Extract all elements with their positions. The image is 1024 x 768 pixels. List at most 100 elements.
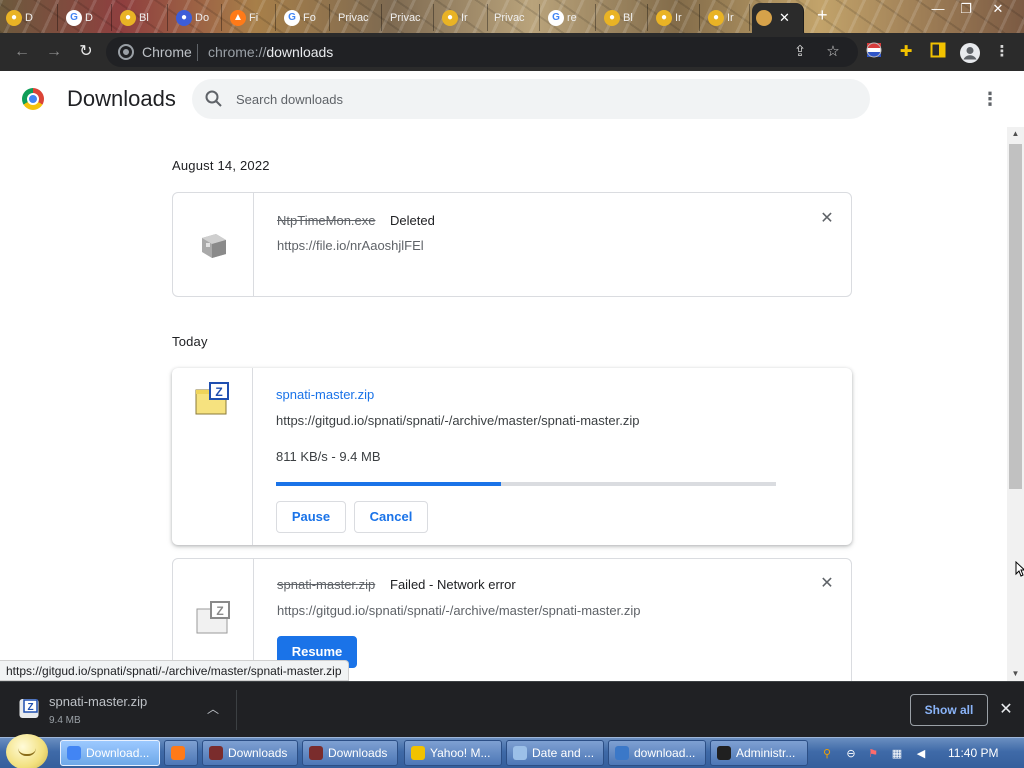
network-icon[interactable]: ▦ — [890, 747, 904, 761]
svg-text:Z: Z — [216, 604, 223, 618]
back-icon[interactable]: ← — [11, 41, 33, 63]
new-tab-button[interactable]: + — [817, 5, 828, 26]
search-tray-icon[interactable]: ⚲ — [820, 747, 834, 761]
fox-favicon-icon: ▲ — [230, 9, 246, 26]
clock-settings-icon — [513, 746, 527, 760]
taskbar-item[interactable]: Download... — [60, 740, 160, 766]
chevron-up-icon[interactable]: ︿ — [203, 699, 223, 719]
taskbar-item[interactable]: download... — [608, 740, 706, 766]
file-icon-column: Z — [172, 368, 253, 545]
minimize-icon[interactable]: — — [924, 1, 952, 16]
tab[interactable]: ● Ir — [652, 4, 700, 31]
tab[interactable]: ● Ir — [704, 4, 750, 31]
profile-avatar-icon[interactable] — [958, 42, 982, 63]
source-url[interactable]: https://file.io/nrAaoshjlFEl — [277, 238, 424, 253]
taskbar-item[interactable]: Administr... — [710, 740, 808, 766]
remove-from-list-icon[interactable]: ✕ — [817, 209, 837, 229]
tab-active-downloads[interactable]: ✕ — [752, 3, 804, 33]
reload-icon[interactable]: ↻ — [75, 41, 97, 63]
side-panel-icon[interactable] — [928, 42, 948, 62]
cancel-button[interactable]: Cancel — [354, 501, 428, 533]
tab[interactable]: ● Do — [172, 4, 222, 31]
search-box[interactable] — [192, 79, 870, 119]
taskbar-clock[interactable]: 11:40 PM — [948, 746, 998, 760]
date-header: August 14, 2022 — [172, 158, 270, 173]
download-speed-size: 811 KB/s - 9.4 MB — [276, 449, 381, 464]
shelf-file-name[interactable]: spnati-master.zip — [49, 694, 147, 709]
windows-taskbar: Download... Downloads Downloads Yahoo! M… — [0, 734, 1024, 768]
share-icon[interactable]: ⇪ — [790, 42, 810, 62]
start-button[interactable] — [6, 734, 48, 768]
show-all-button[interactable]: Show all — [910, 694, 988, 726]
task-label: download... — [634, 746, 696, 760]
file-icon-column — [173, 193, 254, 296]
bell-favicon-icon: ● — [442, 9, 458, 26]
more-actions-icon[interactable]: ⋮ — [980, 87, 1000, 111]
browser-toolbar: ← → ↻ Chrome chrome://downloads ⇪ ☆ ✚ ⋮ — [0, 33, 1024, 71]
source-url[interactable]: https://gitgud.io/spnati/spnati/-/archiv… — [277, 603, 640, 618]
file-name: NtpTimeMon.exe — [277, 213, 376, 228]
scheme-chip: Chrome — [142, 44, 192, 60]
close-window-icon[interactable]: ✕ — [984, 1, 1012, 17]
extension-flag-icon[interactable] — [864, 42, 884, 62]
scroll-thumb[interactable] — [1009, 144, 1022, 489]
tray-app-icon[interactable]: ⊖ — [844, 747, 858, 761]
search-input[interactable] — [236, 89, 836, 109]
task-label: Date and ... — [532, 746, 595, 760]
task-label: Administr... — [736, 746, 796, 760]
browser-menu-icon[interactable]: ⋮ — [992, 42, 1012, 62]
volume-icon[interactable]: ◀ — [914, 747, 928, 761]
tab[interactable]: Privac — [490, 4, 540, 31]
pause-button[interactable]: Pause — [276, 501, 346, 533]
tab[interactable]: GD — [62, 4, 112, 31]
page-scrollbar[interactable]: ▲ ▼ — [1007, 127, 1024, 681]
source-url[interactable]: https://gitgud.io/spnati/spnati/-/archiv… — [276, 413, 639, 428]
tab[interactable]: ● Bl — [600, 4, 648, 31]
forward-icon[interactable]: → — [43, 41, 65, 63]
tab-label: Ir — [727, 11, 734, 24]
google-favicon-icon: G — [66, 9, 82, 26]
file-name-link[interactable]: spnati-master.zip — [276, 387, 374, 402]
folder-window-icon — [615, 746, 629, 760]
taskbar-item[interactable]: Date and ... — [506, 740, 604, 766]
restore-icon[interactable]: ❐ — [952, 1, 980, 17]
chrome-icon — [67, 746, 81, 760]
tab-label: Ir — [461, 11, 468, 24]
taskbar-item[interactable]: Downloads — [202, 740, 298, 766]
downloads-page: Downloads ⋮ August 14, 2022 NtpTimeMon.e… — [0, 71, 1024, 681]
chrome-icon — [118, 44, 134, 60]
yahoo-messenger-icon — [411, 746, 425, 760]
close-tab-icon[interactable]: ✕ — [779, 10, 790, 26]
taskbar-item[interactable] — [164, 740, 198, 766]
close-shelf-icon[interactable]: ✕ — [996, 700, 1016, 720]
tab[interactable]: Privac — [334, 4, 382, 31]
bell-favicon-icon: ● — [604, 9, 620, 26]
tab-label: Privac — [338, 11, 369, 24]
tab-label: Do — [195, 11, 210, 24]
command-prompt-icon — [717, 746, 731, 760]
address-bar[interactable]: Chrome chrome://downloads ⇪ ☆ — [106, 37, 858, 67]
tab[interactable]: ● Ir — [438, 4, 488, 31]
taskbar-item[interactable]: Yahoo! M... — [404, 740, 502, 766]
taskbar-item[interactable]: Downloads — [302, 740, 398, 766]
tab[interactable]: Gre — [544, 4, 596, 31]
scroll-up-arrow-icon[interactable]: ▲ — [1007, 127, 1024, 141]
download-shelf: Z spnati-master.zip 9.4 MB ︿ Show all ✕ — [0, 681, 1024, 737]
tab[interactable]: ● Bl — [116, 4, 168, 31]
remove-from-list-icon[interactable]: ✕ — [817, 574, 837, 594]
security-warning-icon[interactable]: ⚑ — [866, 747, 880, 761]
progress-bar — [276, 482, 776, 486]
tab-label: re — [567, 11, 577, 24]
scroll-down-arrow-icon[interactable]: ▼ — [1007, 667, 1024, 681]
tab-label: Privac — [390, 11, 421, 24]
extensions-puzzle-icon[interactable]: ✚ — [896, 42, 916, 62]
tab-label: D — [85, 11, 93, 24]
mouse-cursor-icon — [1015, 561, 1024, 577]
zip-file-icon: Z — [195, 382, 229, 415]
tab[interactable]: ● D — [2, 4, 58, 31]
tab[interactable]: Privac — [386, 4, 434, 31]
bookmark-star-icon[interactable]: ☆ — [823, 42, 843, 62]
tab[interactable]: ▲ Fi — [226, 4, 276, 31]
tab[interactable]: G Fo — [280, 4, 330, 31]
smiley-icon — [18, 748, 36, 756]
